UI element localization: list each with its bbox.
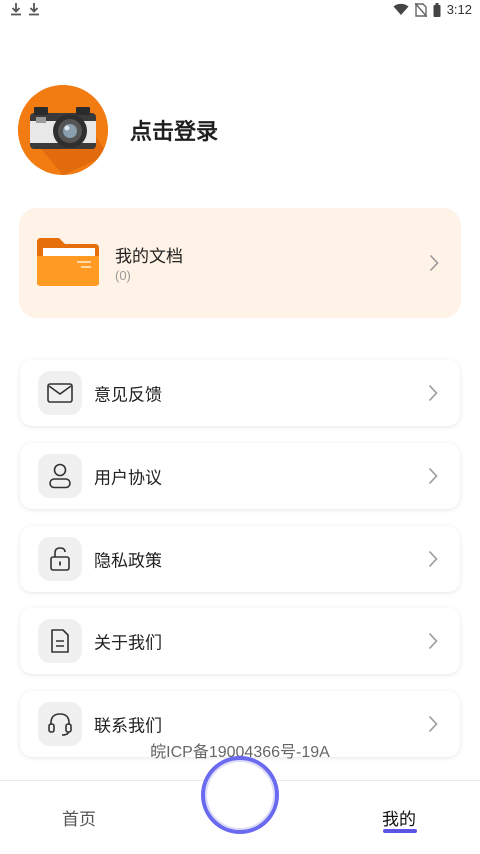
tab-active-indicator xyxy=(383,829,417,833)
download-icon xyxy=(11,3,21,16)
user-icon xyxy=(38,454,82,498)
menu-item-feedback[interactable]: 意见反馈 xyxy=(20,360,460,426)
chevron-right-icon xyxy=(429,254,439,272)
my-documents-card[interactable]: 我的文档 (0) xyxy=(19,208,461,318)
menu-label: 关于我们 xyxy=(94,633,162,654)
my-documents-count: (0) xyxy=(115,268,131,283)
center-action-button[interactable] xyxy=(201,756,279,834)
menu-item-about-us[interactable]: 关于我们 xyxy=(20,608,460,674)
folder-icon xyxy=(37,238,99,286)
document-icon xyxy=(38,619,82,663)
battery-icon xyxy=(433,2,441,17)
status-right-icons: 3:12 xyxy=(393,2,472,17)
tab-mine[interactable]: 我的 xyxy=(382,805,416,830)
chevron-right-icon xyxy=(428,384,438,402)
menu-label: 隐私政策 xyxy=(94,551,162,572)
login-label[interactable]: 点击登录 xyxy=(130,114,218,146)
menu-label: 用户协议 xyxy=(94,468,162,489)
chevron-right-icon xyxy=(428,632,438,650)
chevron-right-icon xyxy=(428,550,438,568)
wifi-icon xyxy=(393,3,409,15)
mail-icon xyxy=(38,371,82,415)
menu-item-user-agreement[interactable]: 用户协议 xyxy=(20,443,460,509)
chevron-right-icon xyxy=(428,467,438,485)
camera-avatar-icon[interactable] xyxy=(18,85,108,175)
menu-item-privacy-policy[interactable]: 隐私政策 xyxy=(20,526,460,592)
status-bar: 3:12 xyxy=(0,0,480,24)
menu-label: 意见反馈 xyxy=(94,385,162,406)
tab-home[interactable]: 首页 xyxy=(62,805,96,830)
status-time: 3:12 xyxy=(446,2,472,17)
chevron-right-icon xyxy=(428,715,438,733)
status-left-icons xyxy=(10,2,40,16)
no-sim-icon xyxy=(414,2,427,17)
profile-header[interactable]: 点击登录 xyxy=(18,84,218,176)
unlock-icon xyxy=(38,537,82,581)
menu-label: 联系我们 xyxy=(94,716,162,737)
download-icon xyxy=(29,3,39,16)
my-documents-title: 我的文档 xyxy=(115,247,183,267)
